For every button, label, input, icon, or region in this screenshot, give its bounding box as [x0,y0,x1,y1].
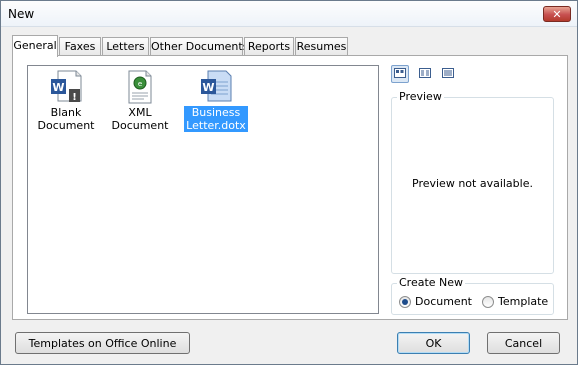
template-radio[interactable]: Template [482,295,548,308]
file-label: Document [37,119,95,132]
tab-resumes[interactable]: Resumes [295,37,348,56]
template-list[interactable]: W ! Blank Document e XML Document W Busi… [27,65,379,314]
file-label: Business [191,106,241,119]
file-label: XML Document [111,106,169,132]
svg-text:W: W [202,81,214,94]
tab-general[interactable]: General [12,35,58,57]
large-icons-icon [394,67,406,81]
cancel-button[interactable]: Cancel [487,332,560,354]
svg-text:W: W [52,81,64,94]
document-radio-label: Document [415,295,472,308]
list-view-button[interactable] [416,65,434,83]
file-item-blank-document[interactable]: W ! Blank Document [26,66,106,132]
tab-faxes[interactable]: Faxes [59,37,101,56]
svg-text:!: ! [72,92,77,103]
template-radio-label: Template [498,295,549,308]
svg-text:e: e [138,80,142,88]
general-tab-panel: W ! Blank Document e XML Document W Busi… [12,55,568,320]
tab-other-documents[interactable]: Other Documents [150,37,248,56]
preview-label: Preview [397,90,444,103]
word-template-icon: W [200,70,232,104]
close-icon: ✕ [552,7,562,21]
large-icons-view-button[interactable] [391,65,409,83]
title-bar: New ✕ [1,1,577,27]
create-new-label: Create New [397,276,466,289]
word-blank-document-icon: W ! [50,70,82,104]
tab-letters[interactable]: Letters [102,37,149,56]
file-item-xml-document[interactable]: e XML Document [100,66,180,132]
document-radio[interactable]: Document [399,295,472,308]
file-label: Blank [50,106,82,119]
file-item-business-letter[interactable]: W Business Letter.dotx [176,66,256,132]
close-button[interactable]: ✕ [543,6,571,22]
details-view-button[interactable] [439,65,457,83]
new-document-dialog: New ✕ General Faxes Letters Other Docume… [0,0,578,365]
dialog-title: New [8,7,35,21]
file-label: Letter.dotx [186,119,246,132]
ok-button[interactable]: OK [397,332,470,354]
preview-message: Preview not available. [412,177,533,190]
xml-document-icon: e [124,70,156,104]
radio-checked-indicator [399,295,411,308]
create-new-group: Create New Document Template [391,276,554,315]
details-view-icon [442,67,454,81]
preview-group: Preview Preview not available. [391,90,554,274]
templates-on-office-online-button[interactable]: Templates on Office Online [15,332,190,354]
list-view-icon [419,67,431,81]
tab-reports[interactable]: Reports [244,37,294,56]
radio-unchecked-indicator [482,295,494,308]
